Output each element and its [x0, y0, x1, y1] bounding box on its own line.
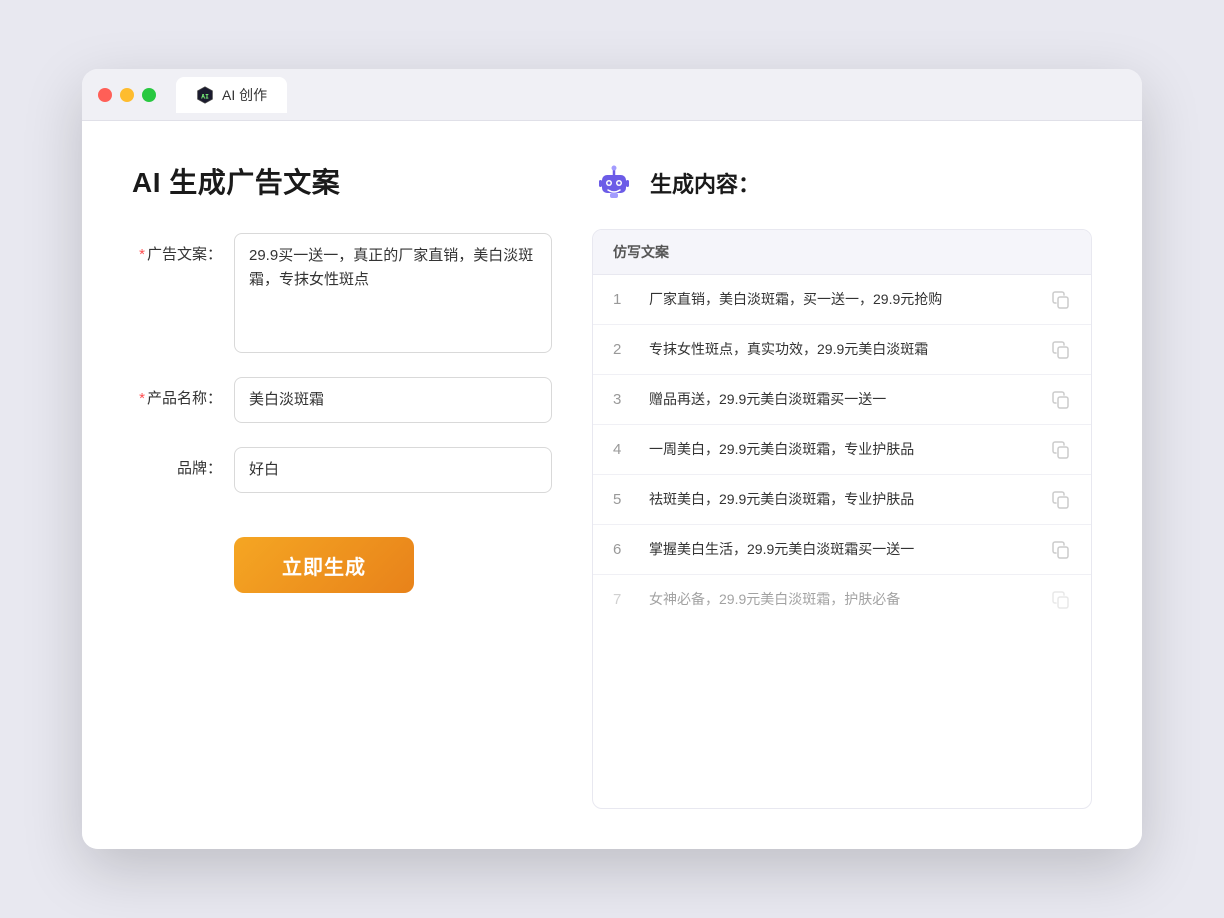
browser-tab[interactable]: AI AI 创作 — [176, 77, 287, 113]
copy-icon-1[interactable] — [1051, 290, 1071, 310]
brand-group: 品牌： — [132, 447, 552, 493]
right-panel: 生成内容： 仿写文案 1 厂家直销，美白淡斑霜，买一送一，29.9元抢购 2 — [592, 161, 1092, 809]
page-title: AI 生成广告文案 — [132, 161, 552, 201]
result-row: 1 厂家直销，美白淡斑霜，买一送一，29.9元抢购 — [593, 275, 1091, 325]
brand-input[interactable] — [234, 447, 552, 493]
ad-copy-input[interactable] — [234, 233, 552, 353]
copy-icon-6[interactable] — [1051, 540, 1071, 560]
browser-window: AI AI 创作 AI 生成广告文案 *广告文案： *产品名称： — [82, 69, 1142, 849]
product-required: * — [139, 390, 145, 407]
result-row: 5 祛斑美白，29.9元美白淡斑霜，专业护肤品 — [593, 475, 1091, 525]
result-row-faded: 7 女神必备，29.9元美白淡斑霜，护肤必备 — [593, 575, 1091, 624]
right-title: 生成内容： — [650, 167, 760, 199]
left-panel: AI 生成广告文案 *广告文案： *产品名称： 品牌： 立 — [132, 161, 552, 809]
result-num-6: 6 — [613, 541, 633, 558]
ad-copy-group: *广告文案： — [132, 233, 552, 353]
result-text-6: 掌握美白生活，29.9元美白淡斑霜买一送一 — [649, 539, 1035, 560]
generate-button[interactable]: 立即生成 — [234, 537, 414, 593]
result-text-2: 专抹女性斑点，真实功效，29.9元美白淡斑霜 — [649, 339, 1035, 360]
tab-label: AI 创作 — [222, 85, 267, 105]
result-num-2: 2 — [613, 341, 633, 358]
result-row: 6 掌握美白生活，29.9元美白淡斑霜买一送一 — [593, 525, 1091, 575]
result-text-7: 女神必备，29.9元美白淡斑霜，护肤必备 — [649, 589, 1035, 610]
result-text-4: 一周美白，29.9元美白淡斑霜，专业护肤品 — [649, 439, 1035, 460]
maximize-button[interactable] — [142, 88, 156, 102]
close-button[interactable] — [98, 88, 112, 102]
result-row: 2 专抹女性斑点，真实功效，29.9元美白淡斑霜 — [593, 325, 1091, 375]
product-name-input[interactable] — [234, 377, 552, 423]
svg-text:AI: AI — [201, 92, 209, 100]
result-text-5: 祛斑美白，29.9元美白淡斑霜，专业护肤品 — [649, 489, 1035, 510]
result-num-3: 3 — [613, 391, 633, 408]
result-num-4: 4 — [613, 441, 633, 458]
browser-content: AI 生成广告文案 *广告文案： *产品名称： 品牌： 立 — [82, 121, 1142, 849]
ai-tab-icon: AI — [196, 86, 214, 104]
traffic-lights — [98, 88, 156, 102]
right-header: 生成内容： — [592, 161, 1092, 205]
minimize-button[interactable] — [120, 88, 134, 102]
robot-icon — [592, 161, 636, 205]
product-name-group: *产品名称： — [132, 377, 552, 423]
results-table: 仿写文案 1 厂家直销，美白淡斑霜，买一送一，29.9元抢购 2 专抹女性斑点，… — [592, 229, 1092, 809]
result-row: 3 赠品再送，29.9元美白淡斑霜买一送一 — [593, 375, 1091, 425]
brand-label: 品牌： — [132, 447, 222, 478]
copy-icon-4[interactable] — [1051, 440, 1071, 460]
result-text-1: 厂家直销，美白淡斑霜，买一送一，29.9元抢购 — [649, 289, 1035, 310]
result-num-5: 5 — [613, 491, 633, 508]
ad-copy-label: *广告文案： — [132, 233, 222, 264]
result-num-7: 7 — [613, 591, 633, 608]
copy-icon-2[interactable] — [1051, 340, 1071, 360]
copy-icon-5[interactable] — [1051, 490, 1071, 510]
result-num-1: 1 — [613, 291, 633, 308]
results-header: 仿写文案 — [593, 230, 1091, 275]
titlebar: AI AI 创作 — [82, 69, 1142, 121]
result-text-3: 赠品再送，29.9元美白淡斑霜买一送一 — [649, 389, 1035, 410]
copy-icon-7[interactable] — [1051, 590, 1071, 610]
product-name-label: *产品名称： — [132, 377, 222, 408]
ad-copy-required: * — [139, 246, 145, 263]
copy-icon-3[interactable] — [1051, 390, 1071, 410]
result-row: 4 一周美白，29.9元美白淡斑霜，专业护肤品 — [593, 425, 1091, 475]
